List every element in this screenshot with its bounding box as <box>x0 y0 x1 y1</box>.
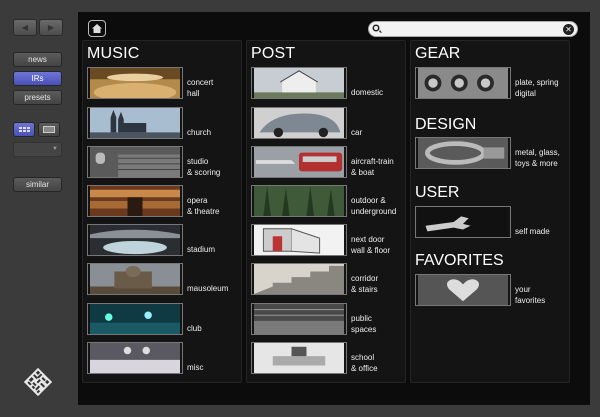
aircraft-train-label: aircraft-train & boat <box>351 157 394 177</box>
outdoor-label: outdoor & underground <box>351 196 397 216</box>
church-label: church <box>187 128 212 137</box>
arrow-left-icon: ◀ <box>21 23 29 32</box>
post-heading: POST <box>251 45 296 62</box>
grid-view-button[interactable] <box>13 122 35 137</box>
search-field[interactable]: ✕ <box>368 21 578 37</box>
post-domestic[interactable]: domestic <box>251 67 411 100</box>
left-sidebar: ◀ ▶ news IRs presets ▼ similar <box>0 0 78 417</box>
favorites-heading: FAVORITES <box>415 252 504 269</box>
design-label: metal, glass, toys & more <box>515 148 560 168</box>
gear-thumbnail <box>415 67 511 99</box>
corridor-label: corridor & stairs <box>351 274 379 294</box>
domestic-label: domestic <box>351 88 384 97</box>
view-toggle <box>13 122 60 137</box>
post-next-door[interactable]: next door wall & floor <box>251 224 411 257</box>
user-item[interactable]: self made <box>415 206 575 239</box>
school-office-thumbnail <box>251 342 347 374</box>
gear-heading: GEAR <box>415 45 461 62</box>
next-door-label: next door wall & floor <box>351 235 391 255</box>
opera-label: opera & theatre <box>187 196 220 216</box>
post-school-office[interactable]: school & office <box>251 342 411 375</box>
gear-label: plate, spring digital <box>515 78 559 98</box>
arrow-right-icon: ▶ <box>47 23 55 32</box>
chevron-down-icon: ▼ <box>52 146 58 152</box>
school-office-label: school & office <box>351 353 378 373</box>
music-club[interactable]: club <box>87 303 247 336</box>
music-studio-scoring[interactable]: studio & scoring <box>87 146 247 179</box>
presets-button[interactable]: presets <box>13 90 62 105</box>
user-label: self made <box>515 227 550 236</box>
concert-hall-thumbnail <box>87 67 183 99</box>
music-mausoleum[interactable]: mausoleum <box>87 263 247 296</box>
aircraft-train-thumbnail <box>251 146 347 178</box>
news-button[interactable]: news <box>13 52 62 67</box>
mausoleum-thumbnail <box>87 263 183 295</box>
filter-dropdown[interactable]: ▼ <box>13 142 62 157</box>
car-thumbnail <box>251 107 347 139</box>
gear-column: GEAR plate, spring digital DESIGN metal, … <box>410 40 570 383</box>
gear-item[interactable]: plate, spring digital <box>415 67 575 100</box>
stadium-label: stadium <box>187 245 216 254</box>
main-panel: ✕ MUSIC concert hall church studio & sco… <box>78 12 590 405</box>
club-thumbnail <box>87 303 183 335</box>
domestic-thumbnail <box>251 67 347 99</box>
grid-view-icon <box>18 127 30 132</box>
music-column: MUSIC concert hall church studio & scoring <box>82 40 242 383</box>
stadium-thumbnail <box>87 224 183 256</box>
search-icon <box>372 24 382 33</box>
nav-arrows: ◀ ▶ <box>13 19 63 36</box>
forward-button[interactable]: ▶ <box>39 19 63 36</box>
public-spaces-label: public spaces <box>351 314 377 334</box>
concert-hall-label: concert hall <box>187 78 214 98</box>
church-thumbnail <box>87 107 183 139</box>
search-input[interactable] <box>389 23 559 35</box>
post-public-spaces[interactable]: public spaces <box>251 303 411 336</box>
misc-label: misc <box>187 363 204 372</box>
home-button[interactable] <box>88 20 106 37</box>
post-car[interactable]: car <box>251 107 411 140</box>
music-church[interactable]: church <box>87 107 247 140</box>
music-misc[interactable]: misc <box>87 342 247 375</box>
irs-button[interactable]: IRs <box>13 71 62 86</box>
similar-button[interactable]: similar <box>13 177 62 192</box>
post-column: POST domestic car aircraft-train& boat <box>246 40 406 383</box>
post-outdoor-underground[interactable]: outdoor & underground <box>251 185 411 218</box>
music-stadium[interactable]: stadium <box>87 224 247 257</box>
design-heading: DESIGN <box>415 116 477 133</box>
clear-search-icon[interactable]: ✕ <box>563 24 574 35</box>
studio-thumbnail <box>87 146 183 178</box>
post-aircraft-train-boat[interactable]: aircraft-train & boat <box>251 146 411 179</box>
design-thumbnail <box>415 137 511 169</box>
favorites-label: your favorites <box>515 285 546 305</box>
design-item[interactable]: metal, glass, toys & more <box>415 137 575 170</box>
corridor-thumbnail <box>251 263 347 295</box>
music-opera-theatre[interactable]: opera & theatre <box>87 185 247 218</box>
back-button[interactable]: ◀ <box>13 19 37 36</box>
user-thumbnail <box>415 206 511 238</box>
club-label: club <box>187 324 202 333</box>
music-heading: MUSIC <box>87 45 140 62</box>
user-heading: USER <box>415 184 460 201</box>
list-view-icon <box>43 126 55 133</box>
mausoleum-label: mausoleum <box>187 284 229 293</box>
post-corridor-stairs[interactable]: corridor & stairs <box>251 263 411 296</box>
opera-thumbnail <box>87 185 183 217</box>
list-view-button[interactable] <box>38 122 60 137</box>
car-label: car <box>351 128 363 137</box>
home-icon <box>92 24 102 33</box>
studio-label: studio & scoring <box>187 157 221 177</box>
favorites-item[interactable]: your favorites <box>415 274 575 307</box>
misc-thumbnail <box>87 342 183 374</box>
next-door-thumbnail <box>251 224 347 256</box>
brand-logo <box>24 368 52 396</box>
heart-icon <box>415 274 511 306</box>
outdoor-thumbnail <box>251 185 347 217</box>
music-concert-hall[interactable]: concert hall <box>87 67 247 100</box>
public-spaces-thumbnail <box>251 303 347 335</box>
